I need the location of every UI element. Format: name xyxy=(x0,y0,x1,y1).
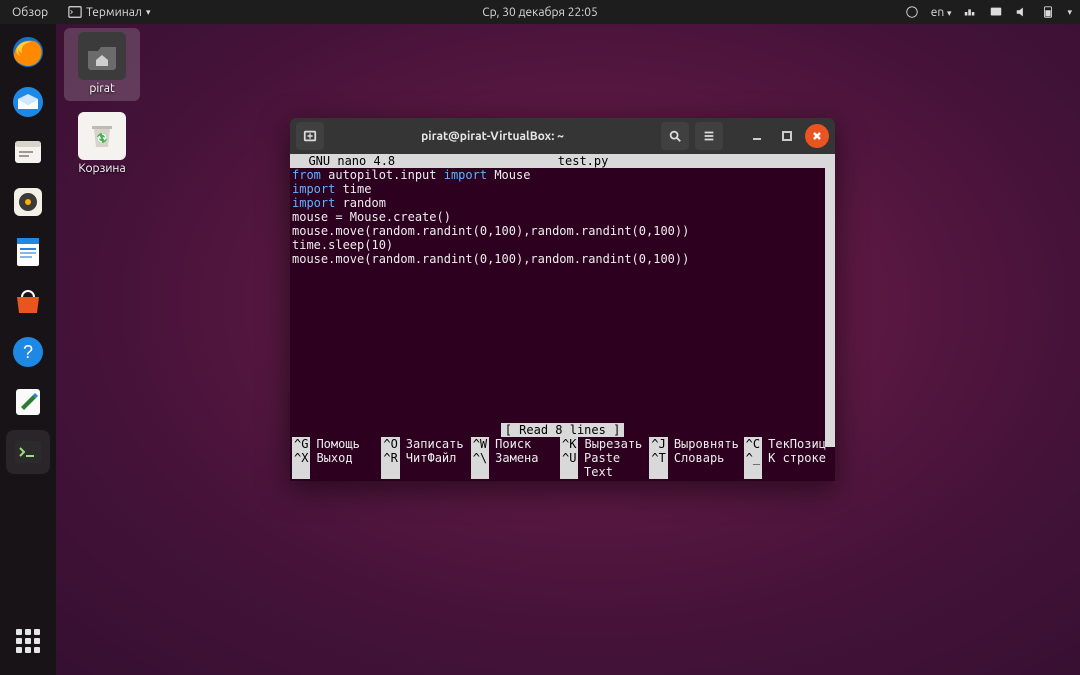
files-icon xyxy=(11,135,45,169)
language-indicator[interactable]: en ▾ xyxy=(931,6,952,19)
app-menu[interactable]: Терминал ▾ xyxy=(64,3,154,21)
trash-icon xyxy=(78,112,126,160)
desktop-icon-label: Корзина xyxy=(64,162,140,175)
vm-indicator-icon xyxy=(989,5,1003,19)
nano-editor[interactable]: from autopilot.input import Mouse import… xyxy=(290,168,835,266)
clock[interactable]: Ср, 30 декабря 22:05 xyxy=(482,6,598,19)
desktop-icon-label: pirat xyxy=(64,82,140,95)
dock-rhythmbox[interactable] xyxy=(6,180,50,224)
volume-icon xyxy=(1015,5,1029,19)
terminal-titlebar[interactable]: pirat@pirat-VirtualBox: ~ xyxy=(290,118,835,154)
network-icon xyxy=(963,5,977,19)
thunderbird-icon xyxy=(11,85,45,119)
window-close-button[interactable] xyxy=(805,124,829,148)
dock-firefox[interactable] xyxy=(6,30,50,74)
terminal-small-icon xyxy=(68,5,82,19)
software-store-icon xyxy=(11,285,45,319)
maximize-icon xyxy=(782,131,792,141)
nano-filename: test.py xyxy=(558,154,609,168)
dock-show-apps[interactable] xyxy=(6,619,50,663)
activities-button[interactable]: Обзор xyxy=(8,4,52,21)
scrollbar[interactable] xyxy=(825,168,835,447)
hamburger-menu-button[interactable] xyxy=(695,122,723,150)
terminal-window: pirat@pirat-VirtualBox: ~ GNU nano 4.8 t… xyxy=(290,118,835,481)
hamburger-icon xyxy=(702,129,716,143)
window-minimize-button[interactable] xyxy=(745,124,769,148)
nano-header: GNU nano 4.8 test.py xyxy=(290,154,835,168)
dock-thunderbird[interactable] xyxy=(6,80,50,124)
desktop-trash[interactable]: Корзина xyxy=(64,112,140,175)
nano-status: [ Read 8 lines ] xyxy=(290,423,835,437)
text-editor-icon xyxy=(11,385,45,419)
app-menu-label: Терминал xyxy=(86,6,142,19)
terminal-body[interactable]: GNU nano 4.8 test.py from autopilot.inpu… xyxy=(290,154,835,481)
battery-icon xyxy=(1041,5,1055,19)
keyboard-layout-icon xyxy=(905,5,919,19)
desktop-home-folder[interactable]: pirat xyxy=(64,28,140,101)
dock-files[interactable] xyxy=(6,130,50,174)
apps-grid-icon xyxy=(16,629,40,653)
close-icon xyxy=(812,131,822,141)
nano-app-name: GNU nano 4.8 xyxy=(294,154,395,168)
top-panel: Обзор Терминал ▾ Ср, 30 декабря 22:05 en… xyxy=(0,0,1080,24)
home-folder-icon xyxy=(78,32,126,80)
help-icon: ? xyxy=(11,335,45,369)
status-area[interactable]: en ▾ ▾ xyxy=(905,5,1072,19)
nano-shortcuts: ^GПомощь ^OЗаписать ^WПоиск ^KВырезать ^… xyxy=(290,437,835,481)
dock-texteditor[interactable] xyxy=(6,380,50,424)
svg-text:?: ? xyxy=(23,342,33,362)
terminal-title: pirat@pirat-VirtualBox: ~ xyxy=(330,130,655,143)
dock-writer[interactable] xyxy=(6,230,50,274)
chevron-down-icon: ▾ xyxy=(1067,7,1072,18)
minimize-icon xyxy=(752,131,762,141)
new-tab-button[interactable] xyxy=(296,122,324,150)
dock: ? xyxy=(0,24,56,675)
dock-terminal[interactable] xyxy=(6,430,50,474)
search-icon xyxy=(668,129,682,143)
dock-help[interactable]: ? xyxy=(6,330,50,374)
search-button[interactable] xyxy=(661,122,689,150)
dock-software[interactable] xyxy=(6,280,50,324)
new-tab-icon xyxy=(303,129,317,143)
music-icon xyxy=(11,185,45,219)
document-icon xyxy=(11,235,45,269)
chevron-down-icon: ▾ xyxy=(146,7,151,18)
window-maximize-button[interactable] xyxy=(775,124,799,148)
terminal-icon xyxy=(11,435,45,469)
firefox-icon xyxy=(11,35,45,69)
